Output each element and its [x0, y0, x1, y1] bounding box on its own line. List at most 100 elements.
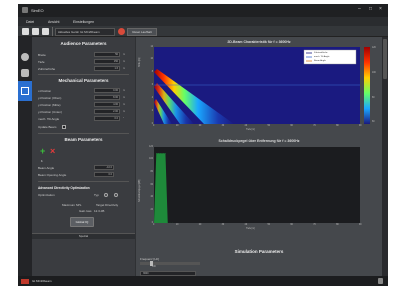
frequency-slider[interactable] — [140, 261, 200, 266]
colorbar — [364, 47, 370, 124]
frequency-input[interactable]: 3600 — [140, 271, 196, 276]
tilt-angle-input[interactable]: 0.0 — [94, 116, 120, 121]
device-select[interactable]: Aktuelles Gerät: Ist MC20beam — [55, 27, 115, 36]
menu-settings[interactable]: Einstellungen — [73, 20, 94, 24]
toolbar-divider — [52, 27, 53, 36]
vertical-scrollbar[interactable] — [382, 37, 388, 276]
scale-value: 100 — [152, 266, 156, 268]
beam-angle-input[interactable]: -10.0 — [94, 165, 114, 170]
beam-angle-label: Beam Angle — [38, 166, 55, 170]
y-tick-label: 100 — [149, 158, 153, 161]
remove-beam-icon[interactable]: × — [50, 147, 55, 156]
export-icon[interactable] — [42, 28, 49, 35]
mechanical-icon — [21, 69, 29, 77]
simulation-heading: Simulation Parameters — [234, 249, 284, 254]
x-tick-label: 50 — [267, 224, 270, 226]
spl-plot-xticks: 0 10 20 30 40 50 60 70 80 90 — [153, 224, 362, 228]
y-tick-label: 0 — [151, 122, 153, 125]
x-position-input[interactable]: 0.00 — [94, 88, 120, 93]
beam-index: 1 — [41, 159, 43, 163]
y-tick-label: 2 — [151, 109, 153, 112]
left-tab-strip — [18, 37, 32, 276]
x-tick-label: 80 — [336, 224, 339, 226]
type-radio-2[interactable] — [114, 193, 118, 197]
spl-point — [158, 153, 159, 154]
maximize-icon[interactable]: □ — [369, 6, 372, 12]
unit-label: m — [123, 110, 126, 113]
x-tick-label: 60 — [290, 125, 293, 127]
audience-heading: Audience Parameters — [60, 41, 107, 46]
x-tick-label: 30 — [221, 224, 225, 226]
field-label: y-Position (Unten) — [38, 110, 63, 114]
x-tick-label: 20 — [198, 125, 202, 127]
special-section-header[interactable]: Spezial — [32, 233, 135, 239]
minimize-icon[interactable]: – — [358, 6, 361, 12]
spl-plot-ylabel: Schalldruckpegel [dB] — [139, 179, 141, 202]
y-tick-label: 20 — [150, 208, 153, 211]
spl-point — [155, 153, 157, 154]
beam-opening-input[interactable]: 0.0 — [94, 172, 114, 177]
reset-button[interactable]: Reset Laufbalt — [127, 27, 157, 36]
width-input[interactable]: 50 — [94, 52, 120, 57]
type-label: Typ — [94, 193, 99, 197]
tab-mechanical[interactable] — [18, 65, 32, 81]
x-tick-label: 90 — [359, 224, 362, 226]
gain-loss-value: 12.3 dB — [94, 209, 105, 213]
field-label: mech. Tilt Angle — [38, 117, 60, 121]
y-top-input[interactable]: 8.00 — [94, 95, 120, 100]
unit-label: m — [123, 89, 126, 92]
y-tick-label: 120 — [149, 145, 153, 148]
add-beam-icon[interactable]: + — [40, 147, 45, 156]
field-label: Tiefe — [38, 60, 45, 64]
status-bar: Ist MC20beam — [18, 276, 388, 286]
field-label: x-Position — [38, 89, 52, 93]
unit-label: m — [123, 103, 126, 106]
reset-icon[interactable] — [118, 28, 125, 35]
x-tick-label: 30 — [221, 125, 225, 127]
optimization-heading: Advanced Directivity Optimization — [38, 186, 90, 190]
field-label: Zuhörerhöhe — [38, 67, 56, 71]
y-tick-label: 10 — [150, 58, 153, 61]
close-icon[interactable]: × — [379, 6, 382, 12]
menu-bar: Datei Ansicht Einstellungen — [18, 17, 388, 26]
type-radio-1[interactable] — [104, 193, 108, 197]
max-spl-label: Maximum SPL — [62, 203, 82, 207]
beam-plot-yticks: 0 2 4 6 8 10 12 — [146, 45, 153, 125]
target-directivity-label: Target Directivity — [96, 203, 119, 207]
depth-input[interactable]: 150 — [94, 59, 120, 64]
listener-height-input[interactable]: 1.6 — [94, 66, 120, 71]
window-title: SimEO — [31, 7, 44, 13]
update-beam-checkbox[interactable] — [62, 125, 66, 129]
y-tick-label: 12 — [150, 45, 153, 48]
lock-icon — [378, 278, 383, 284]
colorbar-tick: 100 — [372, 72, 376, 74]
app-icon — [22, 7, 28, 13]
y-tick-label: 40 — [150, 196, 153, 199]
spl-plot-xlabel: Tiefe [m] — [246, 228, 255, 230]
gain-loss-label: Gain loss — [79, 209, 92, 213]
save-icon[interactable] — [32, 28, 39, 35]
y-middle-input[interactable]: 4.00 — [94, 102, 120, 107]
tab-audience[interactable] — [18, 49, 32, 65]
unit-label: m — [123, 53, 126, 56]
menu-view[interactable]: Ansicht — [48, 20, 59, 24]
colorbar-tick: 60 — [372, 121, 375, 123]
global-iq-button[interactable]: Global IQ — [70, 217, 94, 227]
scrollbar-thumb[interactable] — [383, 39, 387, 79]
beam-plot-ylabel: Höhe [m] — [139, 57, 141, 67]
y-bottom-input[interactable]: 2.00 — [94, 109, 120, 114]
x-tick-label: 10 — [175, 125, 179, 127]
optimization-label: Optimization — [38, 193, 55, 197]
menu-file[interactable]: Datei — [26, 20, 34, 24]
new-icon[interactable] — [22, 28, 29, 35]
spl-plot — [154, 147, 360, 223]
update-beam-label: Update Beam — [38, 125, 57, 129]
y-tick-label: 6 — [151, 84, 153, 86]
legend-entry: mech. Tilt Angle — [314, 55, 330, 58]
y-tick-label: 4 — [151, 96, 153, 99]
colorbar-gradient — [364, 47, 370, 124]
y-tick-label: 80 — [150, 170, 153, 173]
toolbar: Aktuelles Gerät: Ist MC20beam Reset Lauf… — [18, 26, 388, 37]
app-window: SimEO – □ × Datei Ansicht Einstellungen … — [18, 4, 388, 286]
tab-beam[interactable] — [18, 81, 32, 101]
